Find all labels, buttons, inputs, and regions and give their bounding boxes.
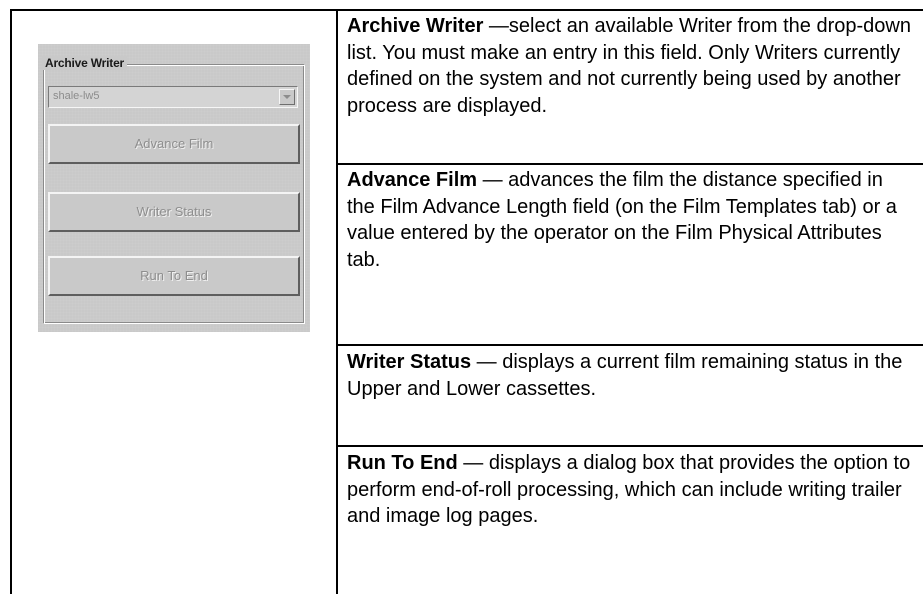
row-divider-2	[336, 344, 923, 346]
description-archive-writer: Archive Writer —select an available Writ…	[338, 13, 923, 119]
row-divider-3	[336, 445, 923, 447]
term-advance-film: Advance Film	[347, 169, 478, 191]
advance-film-button[interactable]: Advance Film	[48, 124, 300, 164]
description-advance-film: Advance Film — advances the film the dis…	[338, 167, 923, 273]
writer-status-button[interactable]: Writer Status	[48, 192, 300, 232]
groupbox-label: Archive Writer	[42, 56, 128, 70]
description-run-to-end: Run To End — displays a dialog box that …	[338, 450, 923, 530]
run-to-end-button[interactable]: Run To End	[48, 256, 300, 296]
term-archive-writer: Archive Writer	[347, 15, 484, 37]
table-top-border	[10, 9, 923, 11]
writer-combo-box[interactable]: shale-lw5	[48, 86, 298, 108]
description-table: Archive Writer shale-lw5 Advance Film Wr…	[0, 0, 923, 594]
term-run-to-end: Run To End	[347, 452, 458, 474]
table-left-border	[10, 9, 12, 594]
archive-writer-panel-screenshot: Archive Writer shale-lw5 Advance Film Wr…	[38, 44, 310, 332]
term-writer-status: Writer Status	[347, 351, 472, 373]
writer-combo-value: shale-lw5	[53, 90, 100, 102]
row-divider-1	[336, 163, 923, 165]
description-writer-status: Writer Status — displays a current film …	[338, 349, 923, 402]
chevron-down-icon[interactable]	[279, 89, 295, 105]
